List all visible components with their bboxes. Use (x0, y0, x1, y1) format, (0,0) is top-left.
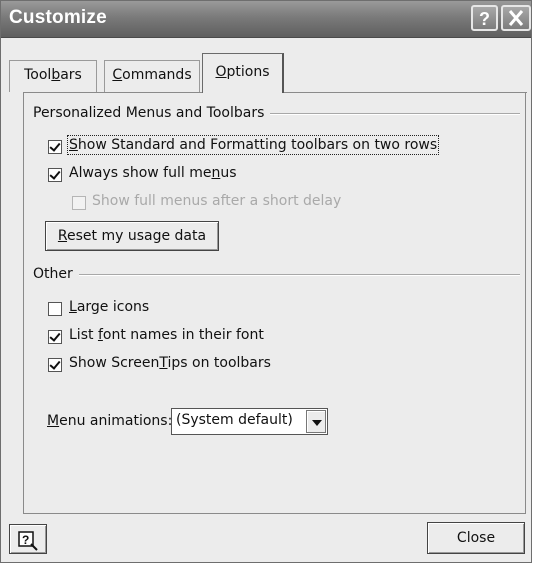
label-standard-formatting-two-rows[interactable]: Show Standard and Formatting toolbars on… (66, 135, 440, 155)
group-heading-personalized: Personalized Menus and Toolbars (33, 105, 271, 121)
checkbox-always-show-full-menus[interactable] (48, 168, 62, 182)
svg-text:?: ? (22, 533, 29, 547)
chevron-down-icon[interactable] (306, 410, 326, 433)
tab-commands[interactable]: Commands (104, 60, 200, 92)
group-heading-other: Other (33, 266, 79, 282)
title-bar[interactable]: Customize ? (1, 1, 531, 38)
group-divider-personalized (261, 113, 520, 115)
checkbox-standard-formatting-two-rows[interactable] (48, 140, 62, 154)
group-divider-other (79, 274, 520, 276)
label-large-icons[interactable]: Large icons (69, 299, 149, 315)
checkbox-font-names-in-font[interactable] (48, 330, 62, 344)
label-font-names-in-font[interactable]: List font names in their font (69, 327, 264, 343)
checkbox-large-icons[interactable] (48, 302, 62, 316)
checkbox-screentips-on-toolbars[interactable] (48, 358, 62, 372)
help-question-icon[interactable]: ? (471, 5, 498, 31)
tab-toolbars[interactable]: Toolbars (9, 60, 97, 92)
close-x-icon[interactable] (501, 5, 531, 31)
close-button[interactable]: Close (427, 522, 525, 554)
checkbox-show-full-menus-after-delay[interactable] (72, 196, 86, 210)
context-help-button[interactable]: ? (9, 524, 47, 554)
menu-animations-value: (System default) (176, 412, 293, 428)
context-help-icon: ? (18, 530, 38, 551)
label-screentips-on-toolbars[interactable]: Show ScreenTips on toolbars (69, 355, 271, 371)
customize-dialog: Customize ? Toolbars Commands Options Pe… (0, 0, 532, 563)
menu-animations-dropdown[interactable]: (System default) (171, 408, 328, 435)
tab-options[interactable]: Options (202, 53, 284, 93)
label-show-full-menus-after-delay[interactable]: Show full menus after a short delay (92, 193, 341, 209)
reset-usage-data-button[interactable]: Reset my usage data (45, 221, 219, 251)
svg-text:?: ? (479, 9, 490, 29)
label-always-show-full-menus[interactable]: Always show full menus (69, 165, 237, 181)
menu-animations-label: Menu animations: (47, 413, 173, 429)
window-title: Customize (9, 7, 107, 28)
